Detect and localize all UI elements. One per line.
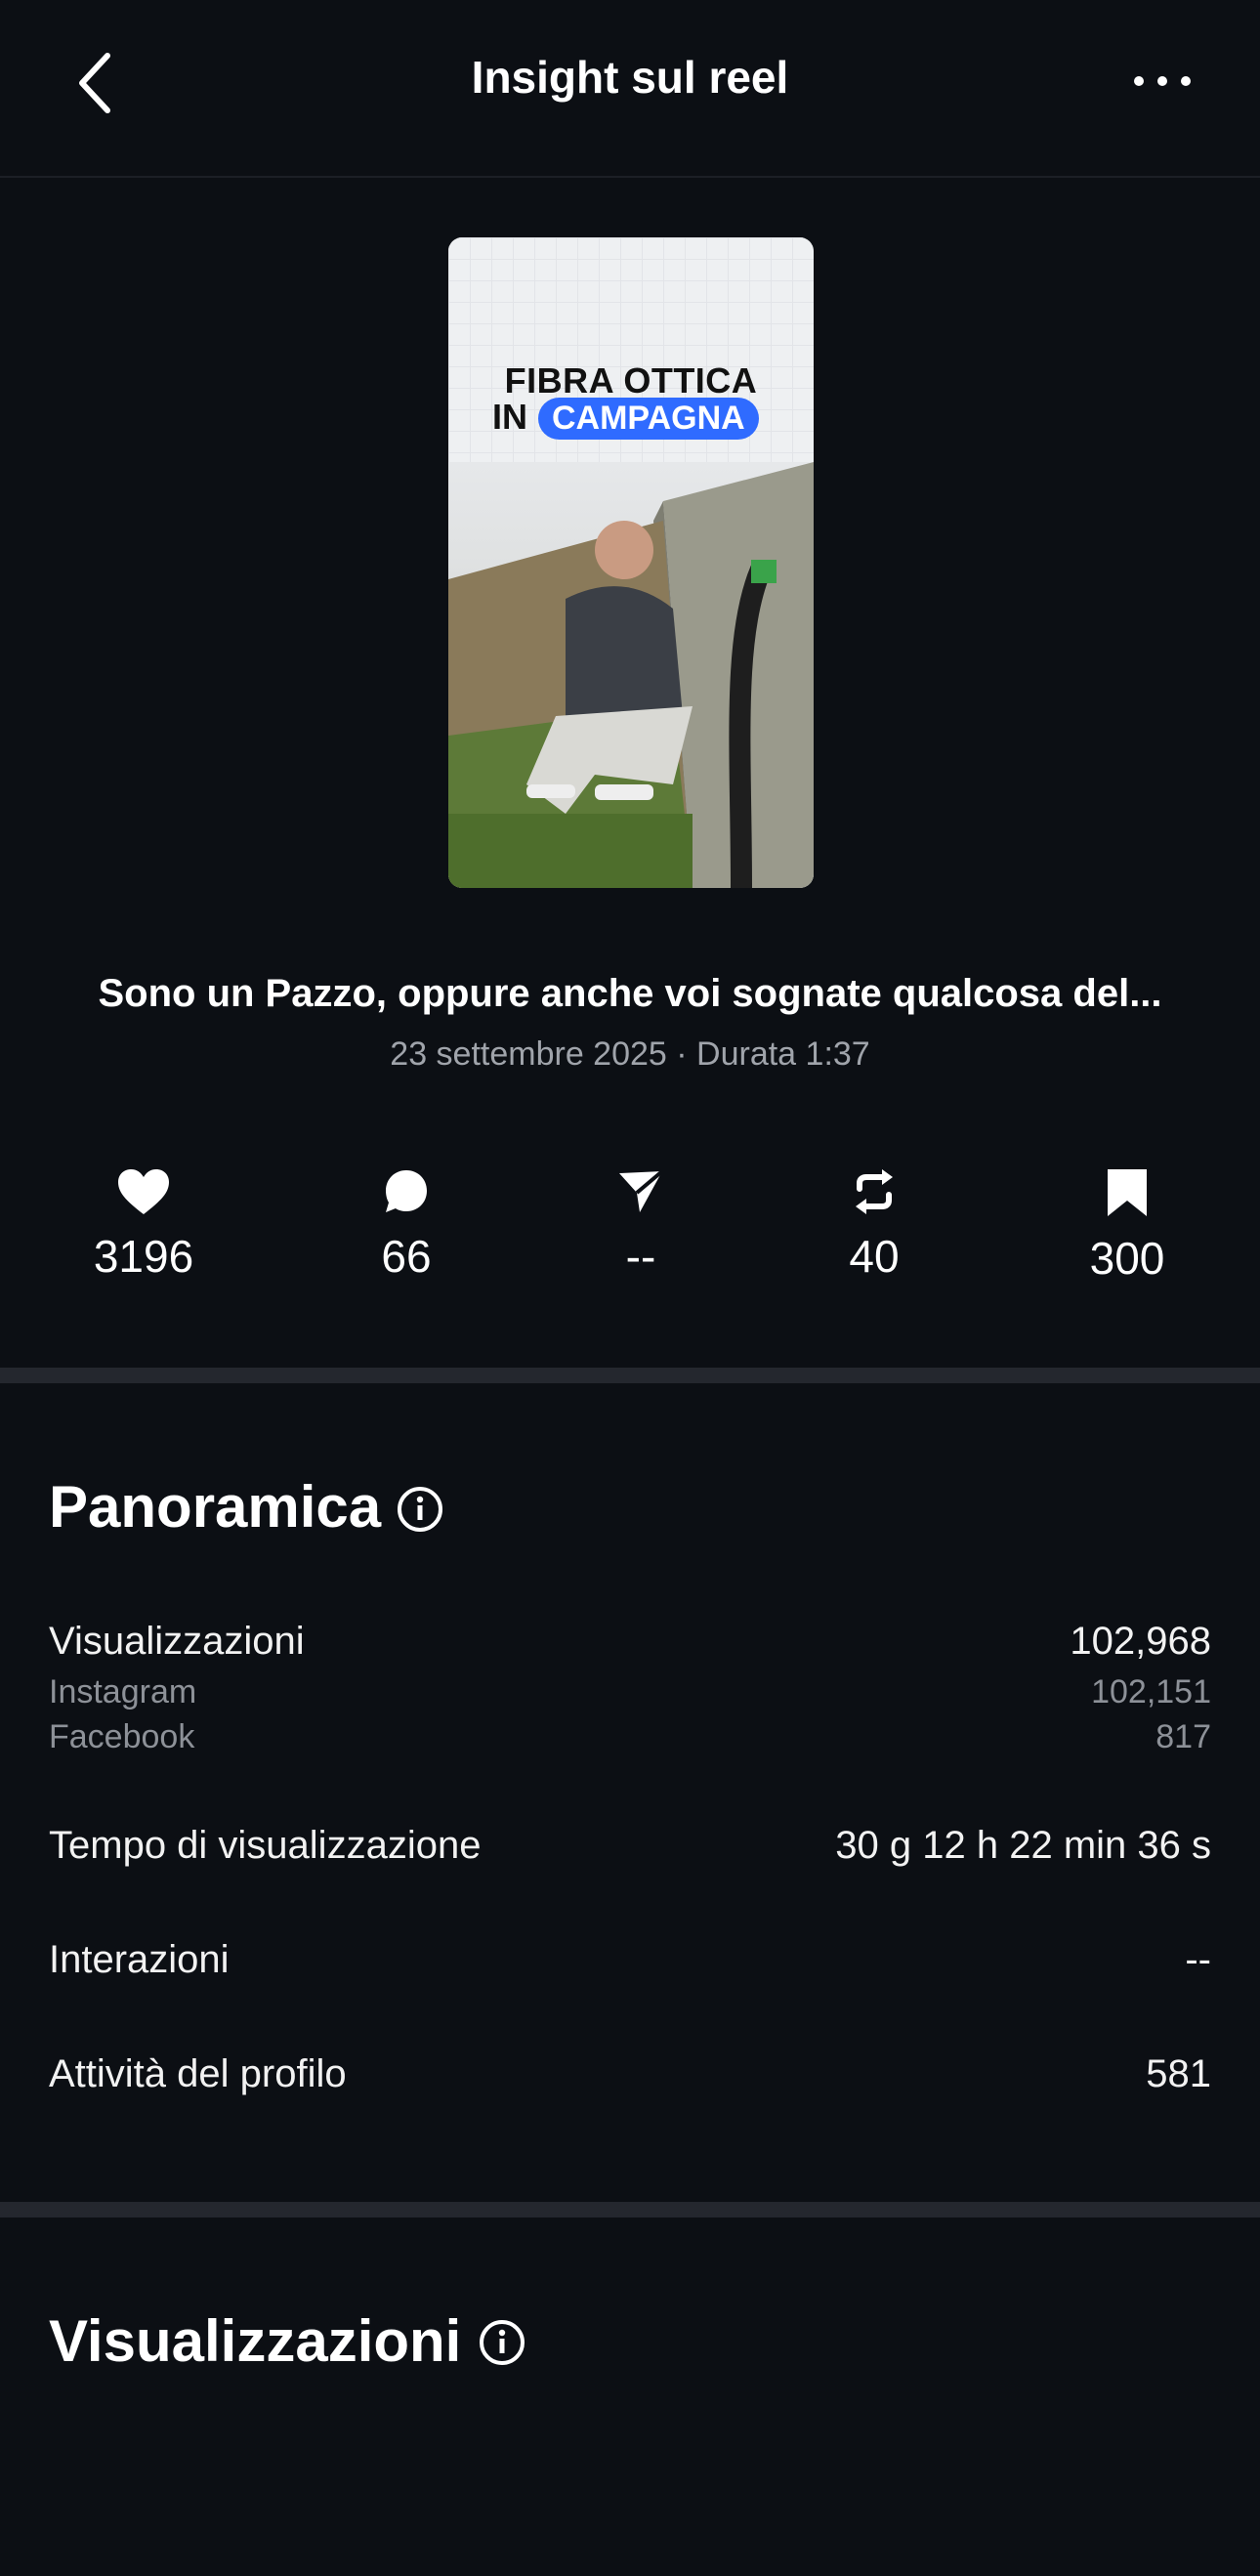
repost-icon — [856, 1169, 893, 1214]
instagram-label: Instagram — [49, 1673, 197, 1710]
saves-count: 300 — [1089, 1233, 1165, 1284]
section-divider — [0, 2202, 1260, 2217]
facebook-label: Facebook — [49, 1718, 195, 1755]
views-label: Visualizzazioni — [49, 1620, 305, 1663]
top-bar: Insight sul reel — [0, 0, 1260, 178]
bookmark-icon — [1108, 1169, 1147, 1216]
profile-activity-value: 581 — [1146, 2052, 1211, 2095]
thumbnail-photo — [448, 462, 814, 888]
reel-caption: Sono un Pazzo, oppure anche voi sognate … — [98, 972, 1162, 1015]
thumbnail-line2-prefix: IN — [492, 397, 527, 437]
profile-activity-label[interactable]: Attività del profilo — [49, 2052, 347, 2096]
watch-time-label: Tempo di visualizzazione — [49, 1824, 482, 1867]
heart-icon — [118, 1169, 169, 1214]
likes-stat: 3196 — [46, 1167, 241, 1283]
reel-thumbnail[interactable]: FIBRA OTTICA IN CAMPAGNA — [448, 237, 814, 888]
info-icon[interactable] — [478, 2318, 526, 2367]
more-options-button[interactable] — [1118, 57, 1206, 106]
section-divider — [0, 1368, 1260, 1383]
instagram-value: 102,151 — [1091, 1673, 1211, 1710]
overview-title: Panoramica — [49, 1474, 382, 1540]
more-icon — [1134, 76, 1191, 86]
reposts-count: 40 — [849, 1231, 900, 1282]
comments-stat: 66 — [309, 1167, 504, 1283]
send-icon — [619, 1169, 664, 1212]
saves-stat: 300 — [1029, 1167, 1225, 1285]
facebook-value: 817 — [1155, 1718, 1211, 1755]
thumbnail-highlight: CAMPAGNA — [538, 398, 759, 440]
views-value: 102,968 — [1070, 1620, 1211, 1663]
shares-count: -- — [625, 1231, 656, 1282]
page-title: Insight sul reel — [471, 52, 789, 103]
likes-count: 3196 — [93, 1231, 194, 1282]
shares-stat: -- — [543, 1167, 738, 1283]
reposts-stat: 40 — [777, 1167, 972, 1283]
watch-time-value: 30 g 12 h 22 min 36 s — [835, 1824, 1211, 1867]
interactions-value: -- — [1185, 1938, 1211, 1981]
views-section-title: Visualizzazioni — [49, 2308, 462, 2374]
info-icon[interactable] — [396, 1485, 444, 1534]
interactions-label[interactable]: Interazioni — [49, 1938, 230, 1982]
reel-meta: 23 settembre 2025 · Durata 1:37 — [390, 1035, 870, 1073]
comment-icon — [386, 1170, 427, 1212]
thumbnail-line1: FIBRA OTTICA — [504, 360, 758, 401]
comments-count: 66 — [381, 1231, 432, 1282]
